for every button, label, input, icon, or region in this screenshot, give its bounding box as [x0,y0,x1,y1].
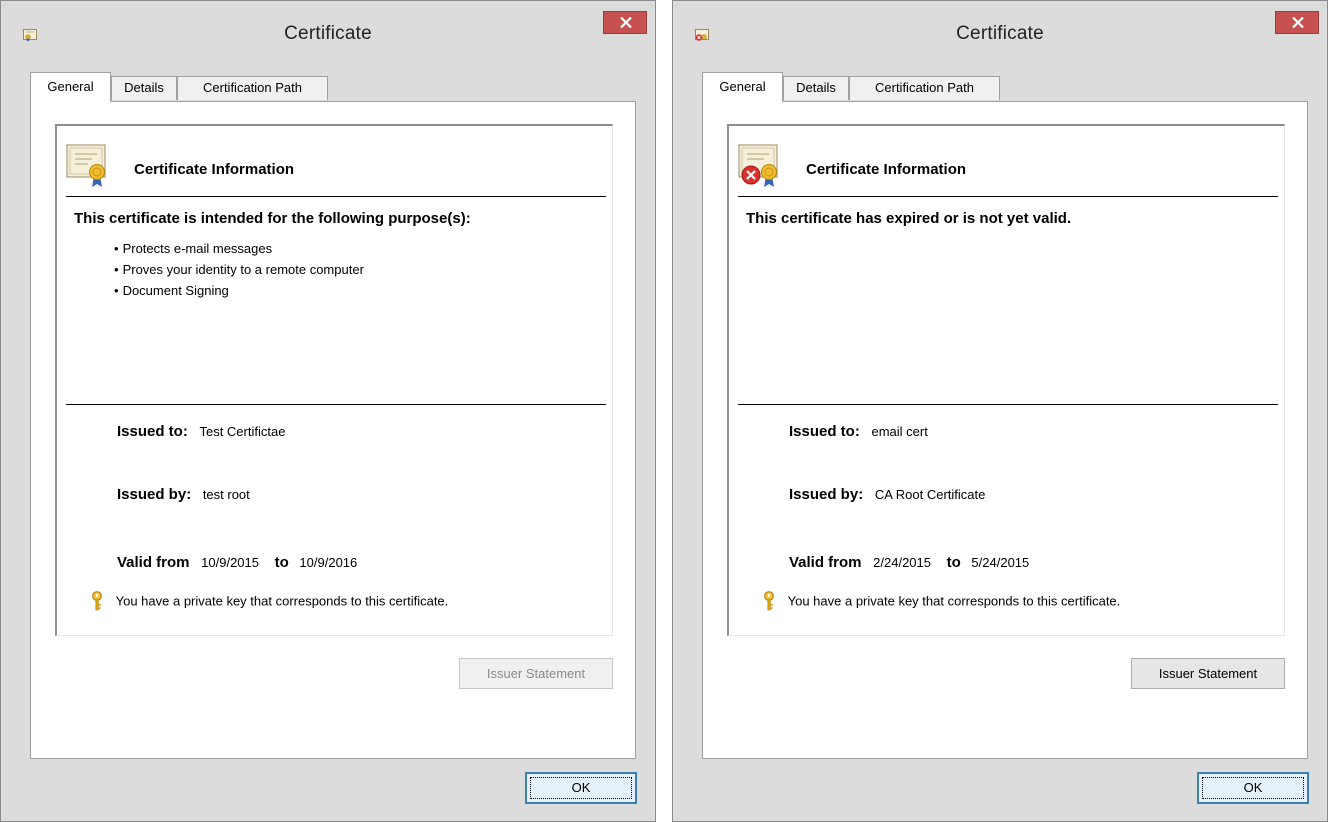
tab-details[interactable]: Details [111,76,177,100]
certificate-dialog-left: Certificate General Details Certificatio… [0,0,656,822]
issued-to-value: Test Certifictae [199,424,286,439]
issued-by-row: Issued by: CA Root Certificate [789,486,985,503]
purpose-item: Document Signing [114,280,364,301]
issued-by-value: CA Root Certificate [874,487,986,502]
tab-general[interactable]: General [30,72,111,102]
close-icon [620,17,632,28]
purpose-heading: This certificate is intended for the fol… [74,210,471,227]
close-button[interactable] [1275,11,1319,34]
issuer-statement-button[interactable]: Issuer Statement [1131,658,1285,689]
certificate-info-heading: Certificate Information [134,161,295,178]
private-key-row: You have a private key that corresponds … [762,591,1120,611]
certificate-error-icon [738,142,780,188]
expired-warning-text: This certificate has expired or is not y… [746,210,1072,227]
issued-by-value: test root [202,487,250,502]
private-key-text: You have a private key that corresponds … [115,593,449,609]
purpose-item: Protects e-mail messages [114,238,364,259]
validity-row: Valid from 2/24/2015 to 5/24/2015 [789,554,1029,571]
general-tab-page: Certificate Information This certificate… [702,101,1308,759]
purpose-list: Protects e-mail messages Proves your ide… [114,238,364,301]
valid-to-label: to [946,554,961,571]
issued-by-row: Issued by: test root [117,486,250,503]
valid-to-label: to [274,554,289,571]
divider [66,196,606,197]
divider [738,196,1278,197]
issued-to-label: Issued to: [789,423,860,440]
valid-to-value: 10/9/2016 [299,555,358,570]
valid-to-value: 5/24/2015 [971,555,1030,570]
title-bar[interactable]: Certificate [673,1,1327,44]
issued-to-row: Issued to: email cert [789,423,928,440]
ok-button[interactable]: OK [525,772,637,804]
key-icon [90,591,104,611]
tab-certification-path[interactable]: Certification Path [849,76,1000,100]
issued-to-label: Issued to: [117,423,188,440]
valid-from-value: 10/9/2015 [201,555,259,570]
title-bar[interactable]: Certificate [1,1,655,44]
close-button[interactable] [603,11,647,34]
purpose-item: Proves your identity to a remote compute… [114,259,364,280]
window-title: Certificate [284,23,372,44]
valid-from-label: Valid from [117,554,190,571]
close-icon [1292,17,1304,28]
valid-from-value: 2/24/2015 [873,555,931,570]
valid-from-label: Valid from [789,554,862,571]
certificate-icon [66,142,108,188]
key-icon [762,591,776,611]
private-key-text: You have a private key that corresponds … [787,593,1121,609]
certificate-dialog-right: Certificate General Details Certificatio… [672,0,1328,822]
tab-certification-path[interactable]: Certification Path [177,76,328,100]
private-key-row: You have a private key that corresponds … [90,591,448,611]
ok-button[interactable]: OK [1197,772,1309,804]
tab-general[interactable]: General [702,72,783,102]
general-tab-page: Certificate Information This certificate… [30,101,636,759]
issued-by-label: Issued by: [117,486,192,503]
issued-by-label: Issued by: [789,486,864,503]
certificate-info-box: Certificate Information This certificate… [727,124,1285,636]
tab-details[interactable]: Details [783,76,849,100]
divider [738,404,1278,405]
issued-to-value: email cert [871,424,928,439]
certificate-info-heading: Certificate Information [806,161,967,178]
certificate-info-box: Certificate Information This certificate… [55,124,613,636]
validity-row: Valid from 10/9/2015 to 10/9/2016 [117,554,357,571]
window-title: Certificate [956,23,1044,44]
divider [66,404,606,405]
issuer-statement-button[interactable]: Issuer Statement [459,658,613,689]
issued-to-row: Issued to: Test Certifictae [117,423,285,440]
